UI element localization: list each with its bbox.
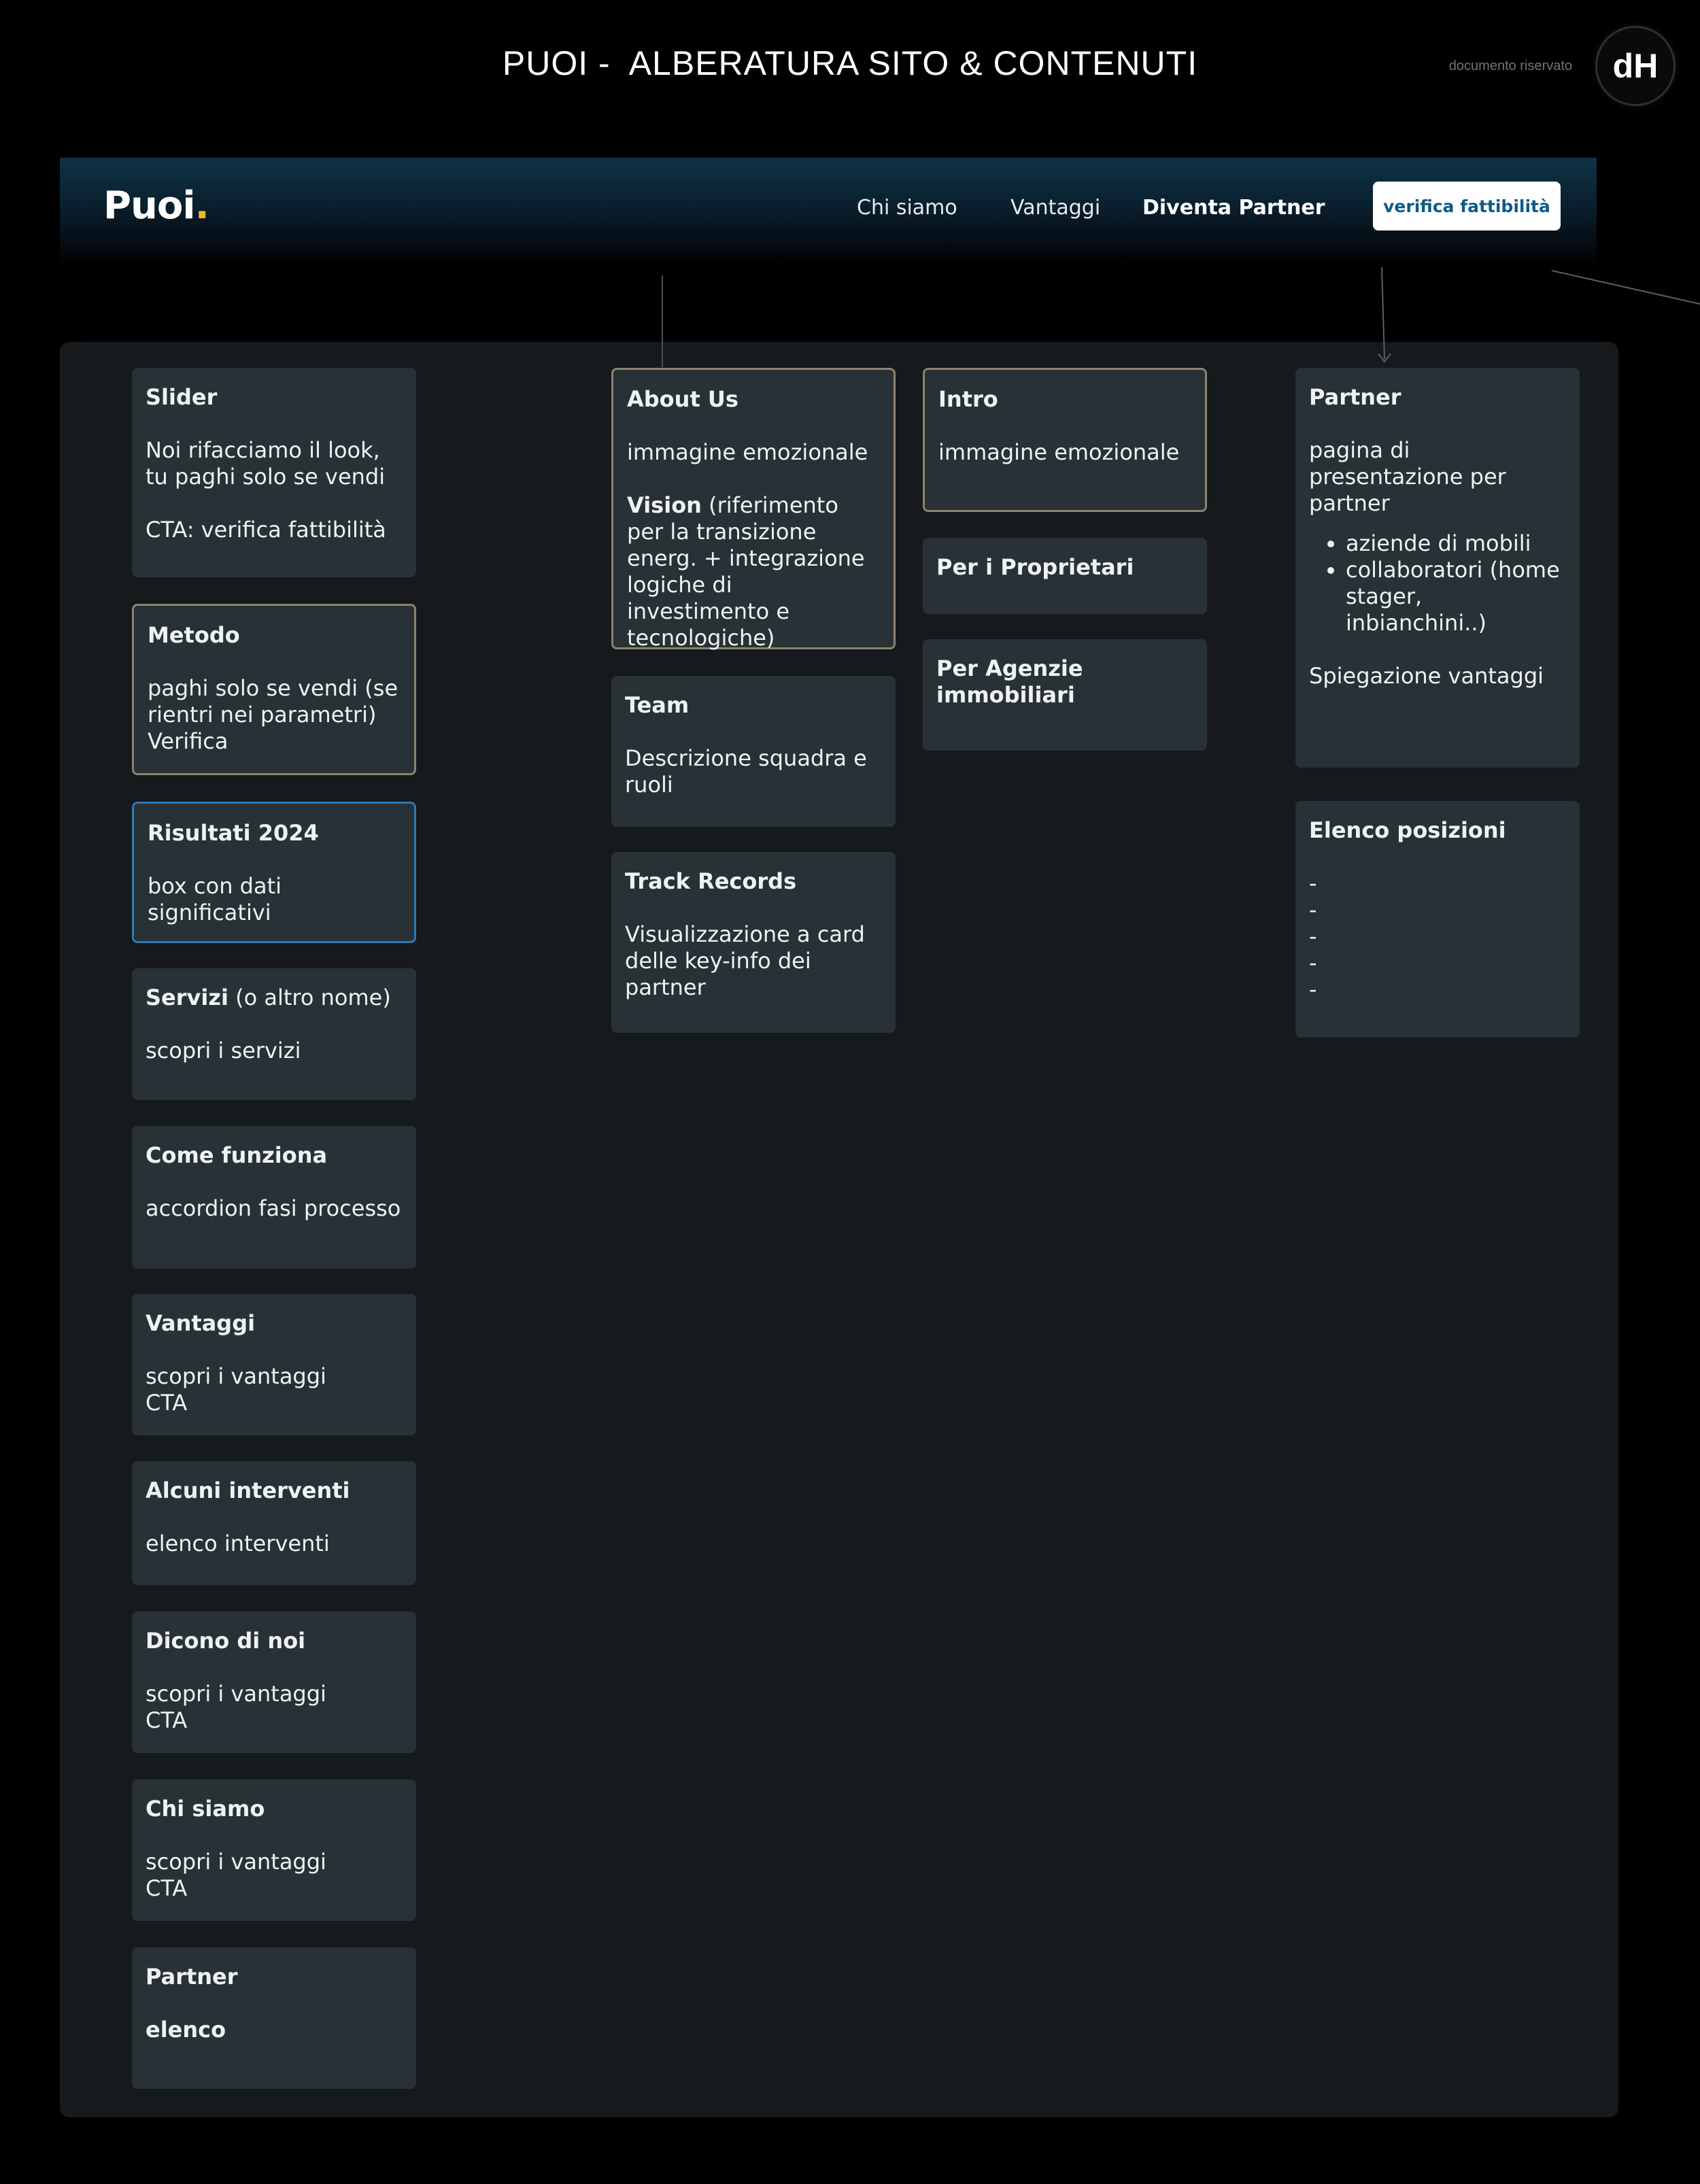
card-title: Come funziona xyxy=(146,1142,328,1168)
vision-label: Vision xyxy=(627,492,702,518)
card-body: elenco xyxy=(146,2017,226,2043)
card-alcuni-interventi[interactable]: Alcuni interventi elenco interventi xyxy=(132,1461,416,1585)
card-partner-page[interactable]: Partner pagina di presentazione per part… xyxy=(1295,368,1580,768)
card-title: Vantaggi xyxy=(146,1310,256,1336)
card-title-suffix: (o altro nome) xyxy=(228,985,391,1010)
list-item: collaboratori (home stager, inbianchini.… xyxy=(1346,557,1566,636)
card-come-funziona[interactable]: Come funziona accordion fasi processo xyxy=(132,1126,416,1269)
card-title: Chi siamo xyxy=(146,1796,265,1822)
card-title-main: Servizi xyxy=(146,985,228,1010)
partner-types-list: aziende di mobili collaboratori (home st… xyxy=(1309,530,1566,636)
card-about-us[interactable]: About Us immagine emozionale Vision (rif… xyxy=(611,368,896,651)
card-body: Descrizione squadra e ruoli xyxy=(625,745,867,798)
card-vantaggi[interactable]: Vantaggi scopri i vantaggi CTA xyxy=(132,1294,416,1435)
card-track-records[interactable]: Track Records Visualizzazione a card del… xyxy=(611,852,896,1033)
card-chi-siamo[interactable]: Chi siamo scopri i vantaggi CTA xyxy=(132,1779,416,1921)
card-slider[interactable]: Slider Noi rifacciamo il look, tu paghi … xyxy=(132,368,416,577)
card-per-i-proprietari[interactable]: Per i Proprietari xyxy=(923,538,1207,614)
card-body: Noi rifacciamo il look, tu paghi solo se… xyxy=(146,437,386,543)
connector-diventa-partner xyxy=(1381,267,1385,360)
card-title: Per i Proprietari xyxy=(936,554,1134,580)
card-title: Elenco posizioni xyxy=(1309,817,1506,843)
list-item: aziende di mobili xyxy=(1346,530,1566,557)
card-body: immagine emozionale xyxy=(627,439,868,465)
card-body: paghi solo se vendi (se rientri nei para… xyxy=(148,675,398,754)
card-title: Partner xyxy=(146,1964,238,1990)
card-team[interactable]: Team Descrizione squadra e ruoli xyxy=(611,676,896,827)
card-title: Alcuni interventi xyxy=(146,1478,350,1503)
card-body: elenco interventi xyxy=(146,1531,330,1556)
card-title: Partner xyxy=(1309,384,1401,410)
card-intro[interactable]: Intro immagine emozionale xyxy=(923,368,1207,512)
card-footer: Spiegazione vantaggi xyxy=(1309,663,1544,689)
card-title: Track Records xyxy=(625,868,797,894)
card-body: - - - - - xyxy=(1309,870,1317,1002)
card-dicono-di-noi[interactable]: Dicono di noi scopri i vantaggi CTA xyxy=(132,1611,416,1753)
card-body: scopri i servizi xyxy=(146,1038,301,1063)
card-body: box con dati significativi xyxy=(148,873,282,925)
card-metodo[interactable]: Metodo paghi solo se vendi (se rientri n… xyxy=(132,604,416,775)
card-title: Dicono di noi xyxy=(146,1628,306,1654)
card-body: scopri i vantaggi CTA xyxy=(146,1849,326,1901)
card-body: scopri i vantaggi CTA xyxy=(146,1681,326,1733)
card-body: Visualizzazione a card delle key-info de… xyxy=(625,921,865,1000)
card-vision-text: Vision (riferimento per la transizione e… xyxy=(627,492,865,651)
card-title: Team xyxy=(625,692,690,718)
card-servizi[interactable]: Servizi (o altro nome) scopri i servizi xyxy=(132,968,416,1100)
card-title: Metodo xyxy=(148,622,240,648)
card-title: About Us xyxy=(627,386,738,412)
card-elenco-posizioni[interactable]: Elenco posizioni - - - - - xyxy=(1295,801,1580,1038)
card-title: Risultati 2024 xyxy=(148,820,319,846)
card-body: immagine emozionale xyxy=(938,439,1180,465)
card-risultati-2024[interactable]: Risultati 2024 box con dati significativ… xyxy=(132,802,416,943)
card-title: Servizi (o altro nome) xyxy=(146,985,403,1011)
card-title: Intro xyxy=(938,386,998,412)
card-body: pagina di presentazione per partner xyxy=(1309,437,1506,516)
card-body: accordion fasi processo xyxy=(146,1195,401,1221)
connector-cta xyxy=(1551,270,1700,305)
card-partner-elenco[interactable]: Partner elenco xyxy=(132,1947,416,2089)
card-title: Per Agenzie immobiliari xyxy=(936,655,1083,708)
card-body: scopri i vantaggi CTA xyxy=(146,1363,326,1416)
card-title: Slider xyxy=(146,384,218,410)
card-per-agenzie-immobiliari[interactable]: Per Agenzie immobiliari xyxy=(923,639,1207,751)
